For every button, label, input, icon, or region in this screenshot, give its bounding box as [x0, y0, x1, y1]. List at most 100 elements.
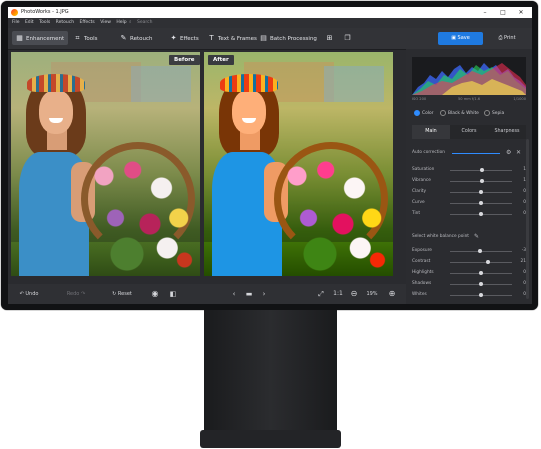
search-icon: ⌕ — [129, 20, 132, 25]
slider-row-highlights: Highlights 0 — [412, 268, 526, 278]
photo-headscarf — [27, 74, 85, 92]
radio-icon — [484, 109, 490, 116]
zoom-in-icon[interactable]: ⊕ — [386, 284, 398, 304]
effects-icon: ✦ — [170, 34, 177, 42]
app-window: PhotoWorks - 1.JPG – □ ✕ File Edit Tools… — [8, 7, 532, 304]
slider-knob[interactable] — [479, 190, 483, 194]
tab-text-frames[interactable]: T Text & Frames — [204, 31, 261, 45]
slider-label: Highlights — [412, 270, 434, 275]
before-photo[interactable]: Before — [11, 52, 200, 276]
menu-file[interactable]: File — [12, 20, 20, 25]
slider-row-curve: Curve 0 — [412, 198, 526, 208]
photo-face — [39, 90, 73, 134]
white-balance-label: Select white balance point — [412, 234, 469, 239]
menu-view[interactable]: View — [100, 20, 111, 25]
mode-sepia-label: Sepia — [492, 111, 505, 116]
slider-row-exposure: Exposure -3 — [412, 246, 526, 256]
tab-effects-label: Effects — [180, 36, 199, 42]
tab-effects[interactable]: ✦ Effects — [166, 31, 203, 45]
monitor-stand — [204, 310, 337, 431]
tab-main[interactable]: Main — [412, 125, 450, 139]
slider-value: 21 — [520, 259, 526, 264]
panel-scrollbar[interactable] — [526, 139, 529, 299]
slider-track[interactable] — [450, 262, 512, 263]
tab-colors[interactable]: Colors — [450, 125, 488, 139]
slider-knob[interactable] — [479, 293, 483, 297]
undo-button[interactable]: ↶ Undo — [12, 284, 46, 304]
menu-tools[interactable]: Tools — [39, 20, 50, 25]
mode-sepia[interactable]: Sepia — [484, 107, 504, 121]
zoom-ratio-button[interactable]: 1:1 — [330, 284, 346, 304]
print-button[interactable]: ⎙ Print — [488, 32, 526, 45]
next-image-button[interactable]: › — [258, 284, 270, 304]
photo-headscarf — [220, 74, 278, 92]
split-view-icon[interactable]: ◧ — [166, 284, 180, 304]
close-button[interactable]: ✕ — [514, 7, 528, 18]
search-field[interactable]: ⌕ Search — [125, 18, 152, 28]
menu-effects[interactable]: Effects — [79, 20, 94, 25]
slider-knob[interactable] — [479, 271, 483, 275]
slider-knob[interactable] — [477, 249, 482, 253]
tab-enhancement[interactable]: ▦ Enhancement — [12, 31, 69, 45]
prev-image-button[interactable]: ‹ — [228, 284, 240, 304]
eyedropper-icon[interactable]: ✎ — [474, 232, 479, 242]
mode-color[interactable]: Color — [414, 107, 433, 121]
slider-knob[interactable] — [479, 212, 483, 216]
tab-batch-processing[interactable]: ▤ Batch Processing — [256, 31, 321, 45]
slider-knob[interactable] — [480, 168, 485, 172]
tab-tools[interactable]: ⌗ Tools — [70, 31, 102, 45]
slider-label: Shadows — [412, 281, 432, 286]
slider-row-vibrance: Vibrance 1 — [412, 176, 526, 186]
slider-value: 1 — [523, 167, 526, 172]
photo-flowers — [81, 152, 196, 272]
color-mode-selector: Color Black & White Sepia — [406, 107, 532, 121]
tab-retouch[interactable]: ✎ Retouch — [116, 31, 156, 45]
menu-retouch[interactable]: Retouch — [56, 20, 74, 25]
tab-sharpness[interactable]: Sharpness — [488, 125, 526, 139]
shutter-info: 1/1000 — [513, 97, 526, 101]
reset-button[interactable]: ↻ Reset — [106, 284, 138, 304]
add-photo-button[interactable]: ⊞ — [322, 31, 340, 45]
maximize-button[interactable]: □ — [496, 7, 510, 18]
slider-row-whites: Whites 0 — [412, 290, 526, 300]
menu-edit[interactable]: Edit — [25, 20, 34, 25]
slider-value: 0 — [523, 292, 526, 297]
slider-knob[interactable] — [486, 260, 491, 264]
redo-button[interactable]: Redo ↷ — [58, 284, 94, 304]
add-image-icon: ⊞ — [326, 34, 333, 42]
slider-row-contrast: Contrast 21 — [412, 257, 526, 267]
search-placeholder: Search — [136, 20, 153, 25]
slider-value: -3 — [521, 248, 526, 253]
close-icon[interactable]: ✕ — [516, 148, 521, 158]
fit-to-screen-icon[interactable]: ⤢ — [314, 284, 328, 304]
gallery-icon: ❐ — [344, 34, 351, 42]
title-bar: PhotoWorks - 1.JPG – □ ✕ — [8, 7, 532, 18]
settings-icon[interactable]: ⚙ — [506, 148, 511, 158]
window-title: PhotoWorks - 1.JPG — [21, 9, 69, 15]
slider-knob[interactable] — [479, 201, 483, 205]
tab-enhancement-label: Enhancement — [26, 36, 65, 42]
slider-label: Vibrance — [412, 178, 431, 183]
slider-knob[interactable] — [479, 282, 483, 286]
adjustments-panel: ISO 200 50 mm f/1.6 1/1000 Color Black &… — [406, 49, 532, 304]
after-photo[interactable]: After — [204, 52, 393, 276]
zoom-out-icon[interactable]: ⊖ — [348, 284, 360, 304]
slider-label: Curve — [412, 200, 425, 205]
photo-house-roof — [324, 66, 384, 102]
radio-icon — [440, 109, 446, 116]
crop-icon: ⌗ — [75, 34, 80, 42]
minimize-button[interactable]: – — [478, 7, 492, 18]
slider-row-clarity: Clarity 0 — [412, 187, 526, 197]
print-icon: ⎙ — [498, 35, 503, 41]
slider-knob[interactable] — [480, 179, 485, 183]
auto-correction-slider[interactable] — [452, 153, 500, 154]
slider-value: 0 — [523, 211, 526, 216]
menu-bar: File Edit Tools Retouch Effects View Hel… — [8, 18, 532, 28]
tab-retouch-label: Retouch — [130, 36, 153, 42]
eye-icon[interactable]: ◉ — [148, 284, 162, 304]
mode-black-white[interactable]: Black & White — [440, 107, 479, 121]
bottom-toolbar: ↶ Undo Redo ↷ ↻ Reset ◉ ◧ ‹ ▬ › ⤢ 1:1 ⊖ … — [8, 284, 406, 304]
folder-icon[interactable]: ▬ — [240, 284, 258, 304]
save-button[interactable]: ▣ Save — [438, 32, 483, 45]
gallery-button[interactable]: ❐ — [340, 31, 358, 45]
